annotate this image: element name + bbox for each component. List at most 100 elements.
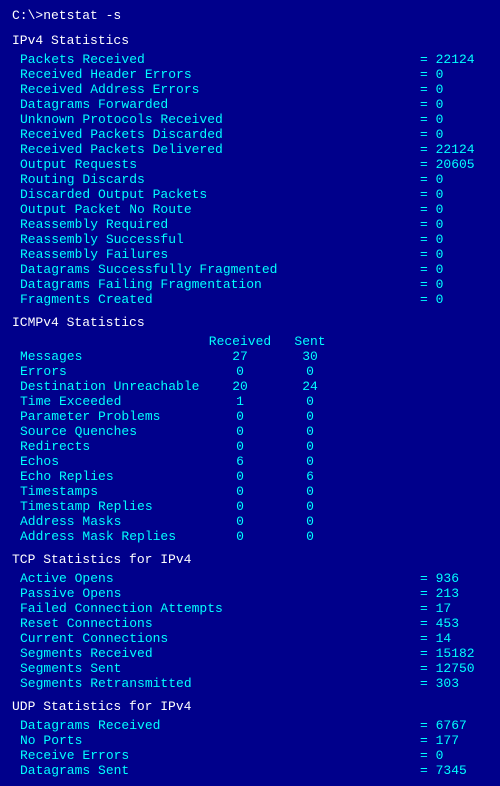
stat-label: Current Connections — [20, 631, 420, 646]
icmp-row-sent: 0 — [280, 424, 340, 439]
table-row: Datagrams Successfully Fragmented= 0 — [12, 262, 488, 277]
stat-value: = 15182 — [420, 646, 480, 661]
table-row: Output Requests= 20605 — [12, 157, 488, 172]
icmp-row-received: 0 — [200, 439, 280, 454]
stat-label: Failed Connection Attempts — [20, 601, 420, 616]
icmp-row-received: 20 — [200, 379, 280, 394]
stat-label: Segments Retransmitted — [20, 676, 420, 691]
ipv4-stats-container: Packets Received= 22124Received Header E… — [12, 52, 488, 307]
icmp-row-label: Parameter Problems — [20, 409, 200, 424]
stat-value: = 0 — [420, 232, 480, 247]
icmp-row-received: 0 — [200, 424, 280, 439]
icmp-row-label: Timestamp Replies — [20, 499, 200, 514]
icmp-row: Address Mask Replies 0 0 — [20, 529, 488, 544]
icmp-row-sent: 0 — [280, 454, 340, 469]
table-row: Discarded Output Packets= 0 — [12, 187, 488, 202]
table-row: Received Address Errors= 0 — [12, 82, 488, 97]
table-row: Segments Sent= 12750 — [12, 661, 488, 676]
table-row: Received Packets Delivered= 22124 — [12, 142, 488, 157]
icmp-row-label: Echo Replies — [20, 469, 200, 484]
stat-label: Datagrams Failing Fragmentation — [20, 277, 420, 292]
stat-value: = 12750 — [420, 661, 480, 676]
stat-value: = 0 — [420, 82, 480, 97]
icmp-rows-container: Messages 27 30 Errors 0 0 Destination Un… — [12, 349, 488, 544]
table-row: Reassembly Failures= 0 — [12, 247, 488, 262]
table-row: Passive Opens= 213 — [12, 586, 488, 601]
table-row: Current Connections= 14 — [12, 631, 488, 646]
stat-label: Reassembly Required — [20, 217, 420, 232]
icmp-row-label: Timestamps — [20, 484, 200, 499]
stat-label: Received Packets Delivered — [20, 142, 420, 157]
stat-label: Fragments Created — [20, 292, 420, 307]
icmp-row-sent: 0 — [280, 409, 340, 424]
stat-value: = 0 — [420, 262, 480, 277]
table-row: Fragments Created= 0 — [12, 292, 488, 307]
icmp-row-sent: 0 — [280, 514, 340, 529]
icmp-row: Source Quenches 0 0 — [20, 424, 488, 439]
table-row: Received Header Errors= 0 — [12, 67, 488, 82]
stat-label: Unknown Protocols Received — [20, 112, 420, 127]
icmp-row-label: Destination Unreachable — [20, 379, 200, 394]
icmp-row-label: Time Exceeded — [20, 394, 200, 409]
stat-value: = 7345 — [420, 763, 480, 778]
icmp-row-sent: 30 — [280, 349, 340, 364]
icmp-column-headers: Received Sent — [20, 334, 488, 349]
icmp-row-sent: 0 — [280, 439, 340, 454]
icmp-row-received: 0 — [200, 409, 280, 424]
stat-label: Passive Opens — [20, 586, 420, 601]
icmp-row-label: Redirects — [20, 439, 200, 454]
stat-label: Output Packet No Route — [20, 202, 420, 217]
stat-value: = 0 — [420, 247, 480, 262]
icmp-row-received: 0 — [200, 514, 280, 529]
udp-stats-container: Datagrams Received= 6767No Ports= 177Rec… — [12, 718, 488, 778]
icmp-row: Errors 0 0 — [20, 364, 488, 379]
udp-header: UDP Statistics for IPv4 — [12, 699, 488, 714]
icmp-row: Address Masks 0 0 — [20, 514, 488, 529]
icmp-row-sent: 0 — [280, 394, 340, 409]
stat-label: Segments Sent — [20, 661, 420, 676]
table-row: Output Packet No Route= 0 — [12, 202, 488, 217]
icmp-row-label: Address Mask Replies — [20, 529, 200, 544]
icmp-row-sent: 0 — [280, 499, 340, 514]
stat-label: Datagrams Sent — [20, 763, 420, 778]
icmp-row-label: Source Quenches — [20, 424, 200, 439]
table-row: Datagrams Failing Fragmentation= 0 — [12, 277, 488, 292]
stat-label: Datagrams Successfully Fragmented — [20, 262, 420, 277]
table-row: No Ports= 177 — [12, 733, 488, 748]
icmp-row-received: 0 — [200, 499, 280, 514]
icmp-row: Echos 6 0 — [20, 454, 488, 469]
stat-value: = 0 — [420, 277, 480, 292]
stat-label: Active Opens — [20, 571, 420, 586]
stat-value: = 303 — [420, 676, 480, 691]
stat-label: Reassembly Failures — [20, 247, 420, 262]
stat-label: Segments Received — [20, 646, 420, 661]
stat-value: = 0 — [420, 202, 480, 217]
icmp-row-sent: 24 — [280, 379, 340, 394]
table-row: Failed Connection Attempts= 17 — [12, 601, 488, 616]
table-row: Routing Discards= 0 — [12, 172, 488, 187]
table-row: Datagrams Sent= 7345 — [12, 763, 488, 778]
icmp-row-received: 27 — [200, 349, 280, 364]
icmp-row: Destination Unreachable 20 24 — [20, 379, 488, 394]
icmp-row: Redirects 0 0 — [20, 439, 488, 454]
icmpv4-header: ICMPv4 Statistics — [12, 315, 488, 330]
icmp-row-label: Errors — [20, 364, 200, 379]
icmp-row-received: 0 — [200, 469, 280, 484]
table-row: Segments Received= 15182 — [12, 646, 488, 661]
icmp-row-label: Echos — [20, 454, 200, 469]
stat-value: = 0 — [420, 172, 480, 187]
icmp-row-received: 0 — [200, 529, 280, 544]
stat-label: Datagrams Forwarded — [20, 97, 420, 112]
icmp-row-label: Messages — [20, 349, 200, 364]
stat-value: = 453 — [420, 616, 480, 631]
stat-label: Discarded Output Packets — [20, 187, 420, 202]
tcp-stats-container: Active Opens= 936Passive Opens= 213Faile… — [12, 571, 488, 691]
stat-label: Reassembly Successful — [20, 232, 420, 247]
table-row: Active Opens= 936 — [12, 571, 488, 586]
stat-value: = 6767 — [420, 718, 480, 733]
icmp-row-received: 0 — [200, 484, 280, 499]
stat-value: = 17 — [420, 601, 480, 616]
stat-value: = 22124 — [420, 142, 480, 157]
tcp-header: TCP Statistics for IPv4 — [12, 552, 488, 567]
stat-value: = 20605 — [420, 157, 480, 172]
